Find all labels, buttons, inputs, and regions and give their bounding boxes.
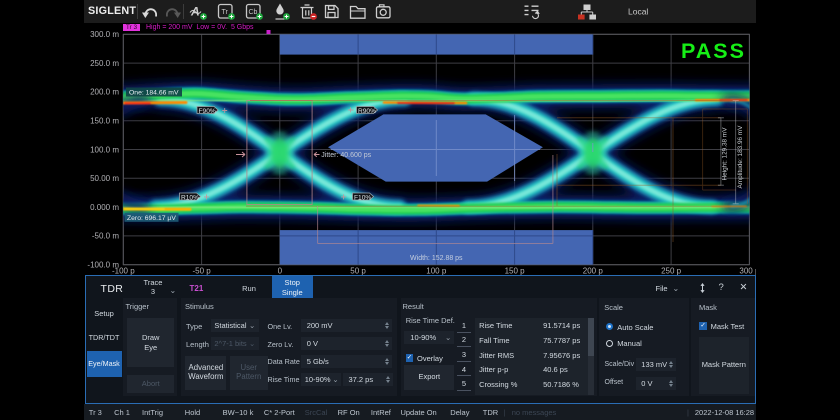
svg-text:-50 p: -50 p bbox=[192, 267, 211, 276]
svg-text:F10%: F10% bbox=[354, 194, 371, 201]
svg-text:One: 184.66 mV: One: 184.66 mV bbox=[129, 90, 179, 97]
svg-text:F90%: F90% bbox=[199, 108, 216, 115]
svg-text:200.0 m: 200.0 m bbox=[90, 88, 119, 97]
svg-text:250 p: 250 p bbox=[661, 267, 682, 276]
svg-text:-100 p: -100 p bbox=[112, 267, 135, 276]
svg-text:Cb: Cb bbox=[249, 9, 258, 16]
svg-text:50.00 m: 50.00 m bbox=[90, 174, 119, 183]
svg-text:R90%: R90% bbox=[358, 108, 376, 115]
svg-text:100 p: 100 p bbox=[426, 267, 447, 276]
svg-text:50 p: 50 p bbox=[350, 267, 366, 276]
svg-text:0: 0 bbox=[278, 267, 283, 276]
svg-text:150.0 m: 150.0 m bbox=[90, 117, 119, 126]
svg-text:R10%: R10% bbox=[181, 194, 199, 201]
svg-text:100.0 m: 100.0 m bbox=[90, 145, 119, 154]
svg-text:Width: 152.88 ps: Width: 152.88 ps bbox=[410, 255, 463, 262]
svg-text:Zero: 696.17 µV: Zero: 696.17 µV bbox=[127, 215, 176, 222]
svg-text:Local: Local bbox=[628, 7, 648, 17]
svg-text:150 p: 150 p bbox=[505, 267, 526, 276]
svg-text:300.0 m: 300.0 m bbox=[90, 30, 119, 39]
svg-text:Jitter: 40.600 ps: Jitter: 40.600 ps bbox=[321, 152, 371, 159]
svg-text:-50.0 m: -50.0 m bbox=[92, 232, 119, 241]
svg-text:Amplitude: 183.96 mV: Amplitude: 183.96 mV bbox=[737, 125, 744, 189]
svg-text:250.0 m: 250.0 m bbox=[90, 59, 119, 68]
svg-text:200 p: 200 p bbox=[583, 267, 604, 276]
svg-text:300 p: 300 p bbox=[739, 267, 756, 276]
svg-text:0.000 m: 0.000 m bbox=[90, 203, 119, 212]
svg-text:Tr: Tr bbox=[222, 9, 229, 16]
svg-text:Height: 129.38 mV: Height: 129.38 mV bbox=[722, 127, 729, 181]
